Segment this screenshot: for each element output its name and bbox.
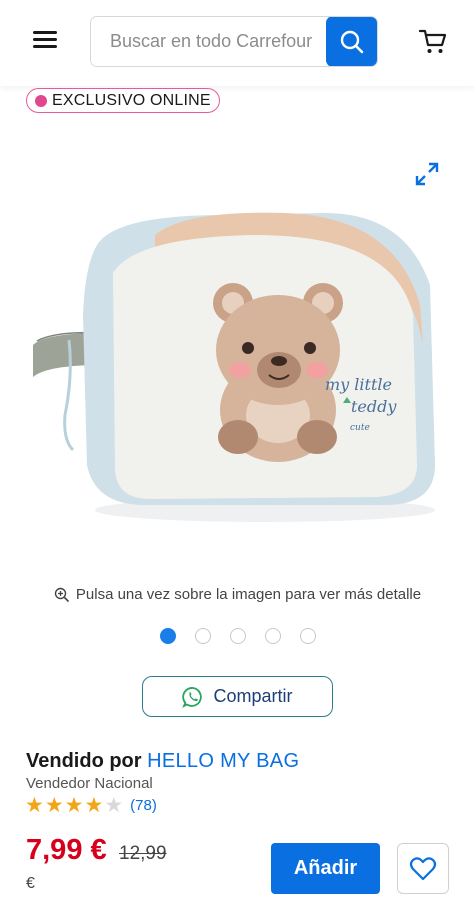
svg-text:my little: my little [325,375,392,394]
carousel-dots [160,628,316,644]
zoom-icon [54,587,69,602]
star-full-icon: ★ [44,794,64,817]
product-image[interactable]: my little teddy cute [25,205,450,535]
rating-count[interactable]: (78) [130,797,157,814]
search-bar [90,16,378,67]
old-price: 12,99 [119,843,167,864]
zoom-hint-text: Pulsa una vez sobre la imagen para ver m… [75,586,422,603]
seller-type: Vendedor Nacional [26,775,153,792]
share-label: Compartir [213,686,293,706]
svg-text:teddy: teddy [351,397,397,416]
search-input[interactable] [91,17,329,66]
add-to-cart-button[interactable]: Añadir [271,843,380,894]
whatsapp-icon [182,686,203,708]
carousel-dot[interactable] [195,628,211,644]
heart-icon [409,856,437,880]
svg-text:cute: cute [350,423,370,433]
carousel-dot[interactable] [160,628,176,644]
seller-prefix: Vendido por [26,750,142,772]
carousel-dot[interactable] [265,628,281,644]
wishlist-button[interactable] [397,843,449,894]
top-header [0,0,475,86]
badge-label: EXCLUSIVO ONLINE [52,91,211,109]
star-full-icon: ★ [25,794,44,817]
cart-icon[interactable] [418,26,448,56]
seller-line: Vendido por HELLO MY BAG [26,750,299,773]
star-full-icon: ★ [84,794,104,817]
search-button[interactable] [326,17,377,66]
seller-link[interactable]: HELLO MY BAG [147,750,299,772]
share-button[interactable]: Compartir [142,676,333,717]
carousel-dot[interactable] [300,628,316,644]
carousel-dot[interactable] [230,628,246,644]
old-price-currency: € [26,875,35,892]
current-price: 7,99 € [26,834,107,866]
star-empty-icon: ★ [104,794,124,817]
expand-icon[interactable] [413,160,441,188]
zoom-hint: Pulsa una vez sobre la imagen para ver m… [0,586,475,603]
rating[interactable]: ★ ★ ★ ★ ★ (78) [25,795,157,816]
hamburger-menu-icon[interactable] [33,31,57,51]
exclusive-online-badge: EXCLUSIVO ONLINE [26,88,220,113]
search-icon [340,30,364,53]
star-full-icon: ★ [64,794,84,817]
badge-dot-icon [35,94,47,107]
